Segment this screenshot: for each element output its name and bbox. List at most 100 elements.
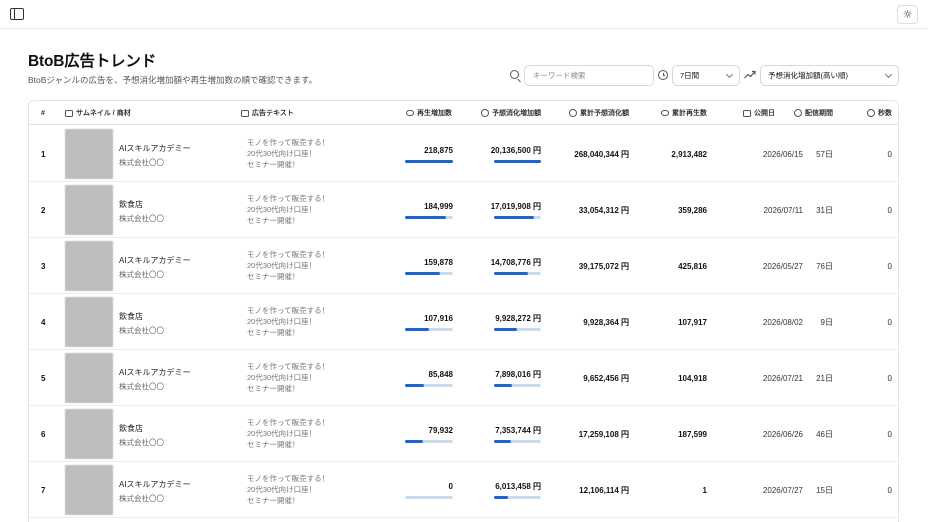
page-title: BtoB広告トレンド [28,53,157,70]
total-views: 2,913,482 [671,149,707,159]
sun-icon: ☼ [902,8,913,21]
material-name: 飲食店 [119,200,143,209]
company-name: 株式会社〇〇 [119,326,164,335]
spend-increase-bar [494,328,541,331]
delivery-period: 9日 [820,317,833,327]
col-publish-date[interactable]: 公開日 [743,101,775,125]
spend-increase-bar-fill [494,328,518,331]
theme-toggle-button[interactable]: ☼ [897,5,918,24]
table-row[interactable]: 4 飲食店 株式会社〇〇 モノを作って販売する！ 20代30代向け口座！ セミナー開催… [29,294,898,350]
spend-increase-bar-fill [494,160,541,163]
total-spend: 17,259,108 円 [578,429,629,439]
views-increase-bar [405,216,453,219]
period-select-value: 7日間 [680,71,700,80]
views-increase: 107,916 [424,313,453,323]
clock-icon [794,109,802,117]
table-row[interactable]: 6 飲食店株式会社〇〇 モノを作って販売する！ 20代30代向け口座！ セミナー開催… [29,406,898,462]
ad-text: モノを作って販売する！ 20代30代向け口座！ セミナー開催！ [247,194,330,225]
search-icon [510,70,519,79]
spend-increase-bar-fill [494,384,513,387]
spend-increase: 7,898,016 円 [495,369,541,379]
spend-increase: 20,136,500 円 [490,145,541,155]
company-name: 株式会社〇〇 [119,158,164,167]
col-total-spend[interactable]: 累計予想消化額 [569,101,629,125]
trending-up-icon [744,70,756,79]
spend-increase-bar-fill [494,216,534,219]
views-increase-bar-fill [405,272,441,275]
views-increase-bar [405,160,453,163]
ad-text: モノを作って販売する！ 20代30代向け口座！ セミナー開催！ [247,306,330,337]
views-increase-bar-fill [405,216,446,219]
timer-icon [867,109,875,117]
total-spend: 33,054,312 円 [578,205,629,215]
seconds: 0 [887,261,892,271]
sort-select[interactable]: 予想消化増加額(高い順) [760,65,899,86]
flame-icon [569,109,577,117]
views-increase-bar-fill [405,160,453,163]
table-row[interactable]: 5 AIスキルアカデミー 株式会社〇〇 モノを作って販売する！ 20代30代向け口座！… [29,350,898,406]
seconds: 0 [887,149,892,159]
total-spend: 9,652,456 円 [583,373,629,383]
views-increase-bar [405,272,453,275]
thumbnail-image[interactable] [65,465,113,515]
col-thumbnail[interactable]: サムネイル / 商材 [65,101,131,125]
delivery-period: 31日 [816,205,833,215]
spend-increase-bar [494,216,541,219]
row-index: 1 [41,149,46,159]
col-index[interactable]: # [41,101,45,125]
delivery-period: 46日 [816,429,833,439]
views-increase: 79,932 [428,425,453,435]
row-index: 7 [41,485,46,495]
col-seconds[interactable]: 秒数 [867,101,892,125]
col-total-views[interactable]: 累計再生数 [661,101,707,125]
table-row[interactable]: 1 AIスキルアカデミー 株式会社〇〇 モノを作って販売する！ 20代30代向け口座！… [29,126,898,182]
ad-text: モノを作って販売する！ 20代30代向け口座！ セミナー開催！ [247,418,330,449]
col-ad-text[interactable]: 広告テキスト [241,101,294,125]
clock-icon [658,70,668,80]
thumbnail-image[interactable] [65,297,113,347]
views-increase: 218,875 [424,145,453,155]
company-name: 株式会社〇〇 [119,382,164,391]
message-icon [241,109,249,117]
material-name: AIスキルアカデミー [119,256,191,265]
views-increase-bar [405,440,453,443]
seconds: 0 [887,373,892,383]
table-row[interactable]: 2 飲食店 株式会社〇〇 モノを作って販売する！ 20代30代向け口座！ セミナー開催… [29,182,898,238]
row-index: 5 [41,373,46,383]
ad-text: モノを作って販売する！ 20代30代向け口座！ セミナー開催！ [247,250,330,281]
spend-increase-bar [494,496,541,499]
material-name: 飲食店 [119,424,143,433]
thumbnail-image[interactable] [65,129,113,179]
total-views: 1 [702,485,707,495]
thumbnail-image[interactable] [65,185,113,235]
thumbnail-image[interactable] [65,409,113,459]
period-select[interactable]: 7日間 [672,65,740,86]
table-row[interactable]: 3 AIスキルアカデミー 株式会社〇〇 モノを作って販売する！ 20代30代向け口座！… [29,238,898,294]
thumbnail-image[interactable] [65,241,113,291]
views-increase: 184,999 [424,201,453,211]
company-name: 株式会社〇〇 [119,270,164,279]
sidebar-toggle-icon[interactable] [10,8,24,20]
page-subtitle: BtoBジャンルの広告を、予想消化増加額や再生増加数の順で確認できます。 [28,75,318,85]
company-name: 株式会社〇〇 [119,494,164,503]
delivery-period: 21日 [816,373,833,383]
total-views: 104,918 [678,373,707,383]
views-increase-bar [405,384,453,387]
seconds: 0 [887,317,892,327]
search-input[interactable] [524,65,654,86]
eye-icon [406,110,414,116]
table-row[interactable]: 7 AIスキルアカデミー 株式会社〇〇 モノを作って販売する！ 20代30代向け口座！… [29,462,898,518]
company-name: 株式会社〇〇 [119,438,164,447]
row-index: 6 [41,429,46,439]
views-increase-bar-fill [405,440,423,443]
views-increase: 159,878 [424,257,453,267]
thumbnail-image[interactable] [65,353,113,403]
spend-increase-bar [494,440,541,443]
views-increase: 85,848 [428,369,453,379]
material-name: 飲食店 [119,312,143,321]
spend-increase: 7,353,744 円 [495,425,541,435]
total-views: 107,917 [678,317,707,327]
spend-increase: 9,928,272 円 [495,313,541,323]
image-icon [65,109,73,117]
col-delivery-period[interactable]: 配信期間 [794,101,833,125]
